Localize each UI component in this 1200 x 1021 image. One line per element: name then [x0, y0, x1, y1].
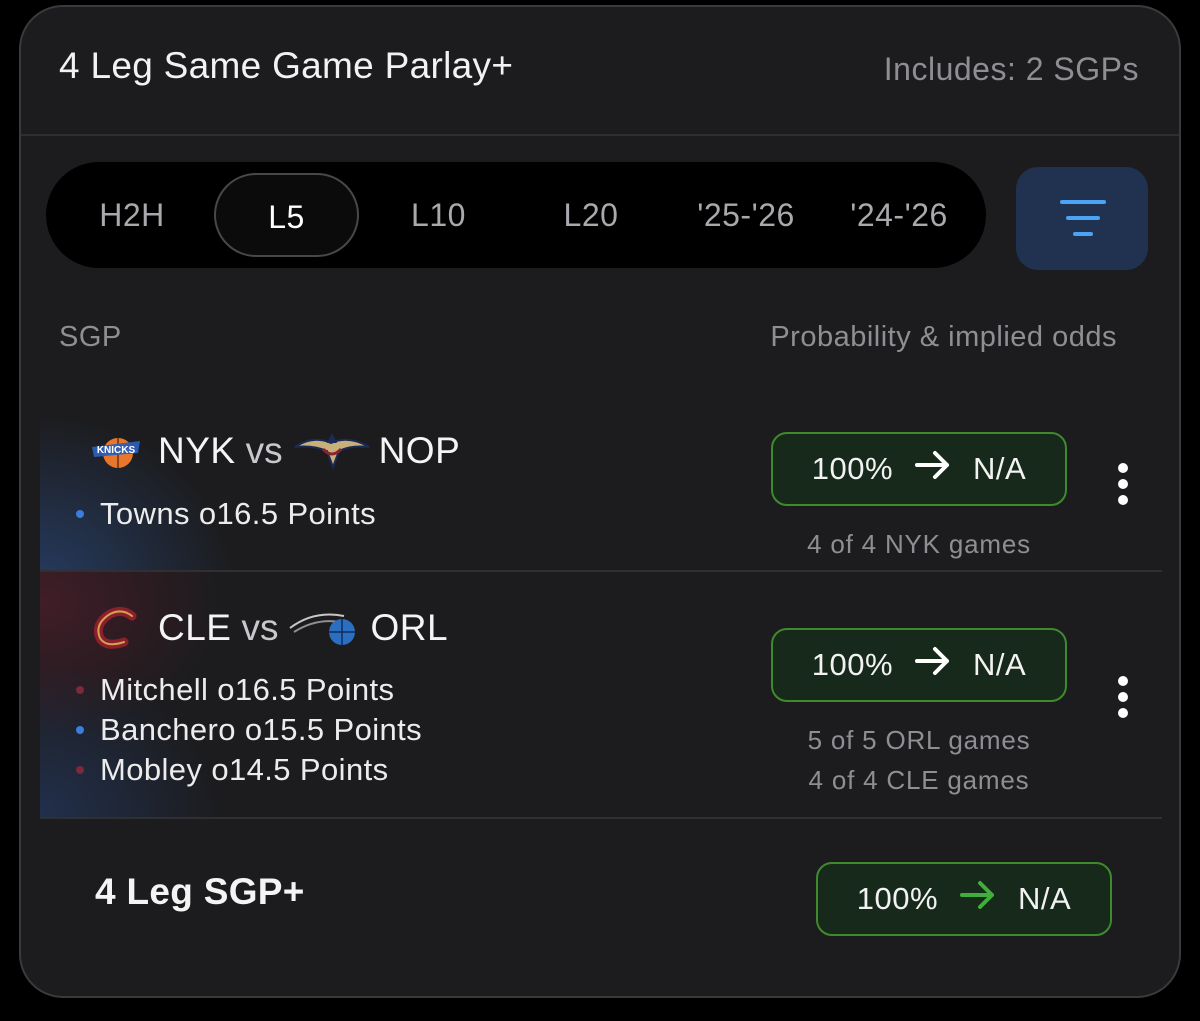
sgp-total-row: 4 Leg SGP+ 100% N/A: [40, 819, 1162, 979]
vs-label: vs: [241, 607, 279, 648]
away-team: NOP: [378, 430, 461, 471]
away-team: ORL: [370, 607, 449, 648]
tab-l10[interactable]: L10: [381, 173, 496, 257]
more-options-icon[interactable]: [1117, 676, 1129, 724]
odds-pill[interactable]: 100% N/A: [771, 432, 1067, 506]
leg-text: Mobley o14.5 Points: [100, 752, 389, 787]
total-odds-pill[interactable]: 100% N/A: [816, 862, 1112, 936]
arrow-right-icon: [960, 880, 996, 918]
parlay-title: 4 Leg Same Game Parlay+: [59, 45, 514, 86]
matchup: CLE vs ORL: [88, 606, 448, 650]
matchup: KNICKS NYK vs NOP: [88, 429, 460, 473]
home-team: NYK: [158, 430, 236, 471]
magic-logo: [288, 606, 358, 650]
probability-value: 100%: [811, 647, 894, 682]
odds-pill[interactable]: 100% N/A: [771, 628, 1067, 702]
leg-dot: [76, 686, 84, 694]
filter-button[interactable]: [1016, 167, 1148, 270]
leg-text: Towns o16.5 Points: [100, 496, 377, 531]
includes-label: Includes: 2 SGPs: [883, 51, 1139, 87]
tab-24-26[interactable]: '24-'26: [834, 173, 964, 257]
leg-dot: [76, 726, 84, 734]
tab-25-26[interactable]: '25-'26: [681, 173, 811, 257]
sgp-row: KNICKS NYK vs NOP Towns o16.5 Points 100…: [40, 387, 1162, 570]
leg-dot: [76, 766, 84, 774]
home-team: CLE: [158, 607, 232, 648]
sgp-list: KNICKS NYK vs NOP Towns o16.5 Points 100…: [40, 387, 1162, 979]
sgp-row: CLE vs ORL Mitchell o16.5 Points Bancher…: [40, 572, 1162, 817]
games-hit-note: 4 of 4 CLE games: [808, 765, 1030, 795]
column-header-probability: Probability & implied odds: [770, 321, 1117, 353]
games-hit-note: 5 of 5 ORL games: [807, 725, 1031, 755]
leg-item: Mobley o14.5 Points: [76, 752, 389, 788]
knicks-logo: KNICKS: [88, 429, 144, 473]
arrow-right-icon: [915, 450, 951, 488]
svg-text:KNICKS: KNICKS: [97, 445, 136, 456]
leg-dot: [76, 510, 84, 518]
implied-odds-value: N/A: [1018, 881, 1072, 916]
probability-value: 100%: [811, 451, 894, 486]
tab-l20[interactable]: L20: [536, 173, 646, 257]
probability-value: 100%: [856, 881, 939, 916]
tab-h2h[interactable]: H2H: [76, 173, 188, 257]
more-options-icon[interactable]: [1117, 463, 1129, 511]
arrow-right-icon: [915, 646, 951, 684]
cavaliers-logo: [88, 606, 144, 650]
column-header-sgp: SGP: [59, 321, 122, 353]
leg-item: Banchero o15.5 Points: [76, 712, 422, 748]
leg-item: Mitchell o16.5 Points: [76, 672, 394, 708]
pelicans-logo: [293, 429, 371, 473]
leg-item: Towns o16.5 Points: [76, 496, 376, 532]
range-segmented-control: H2H L5 L10 L20 '25-'26 '24-'26: [46, 162, 986, 268]
leg-text: Mitchell o16.5 Points: [100, 672, 395, 707]
games-hit-note: 4 of 4 NYK games: [807, 529, 1031, 559]
tab-l5[interactable]: L5: [214, 173, 359, 257]
total-label: 4 Leg SGP+: [95, 871, 305, 912]
implied-odds-value: N/A: [973, 451, 1027, 486]
vs-label: vs: [245, 430, 283, 471]
leg-text: Banchero o15.5 Points: [100, 712, 423, 747]
implied-odds-value: N/A: [973, 647, 1027, 682]
header-divider: [21, 134, 1179, 136]
parlay-card: 4 Leg Same Game Parlay+ Includes: 2 SGPs…: [19, 5, 1181, 998]
